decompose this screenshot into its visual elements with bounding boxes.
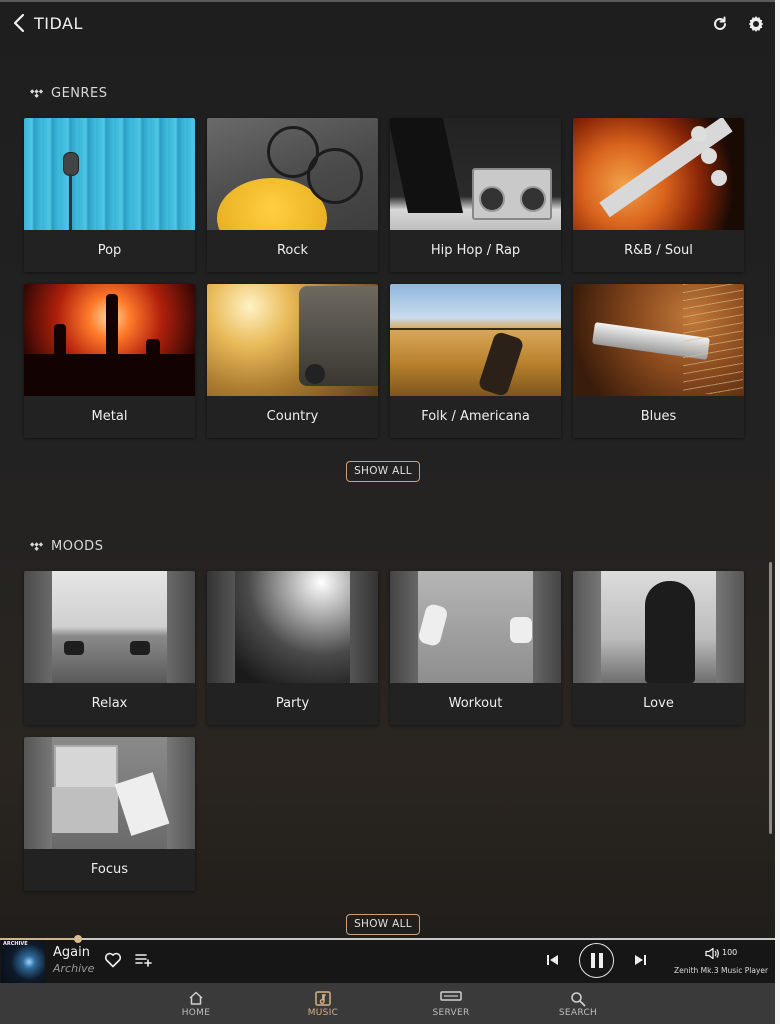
refresh-icon[interactable] (709, 13, 731, 35)
mood-label: Focus (24, 849, 195, 891)
moods-title: MOODS (51, 539, 104, 554)
mood-label: Love (573, 683, 744, 725)
tidal-logo-icon (30, 542, 43, 551)
nav-label: SERVER (432, 1008, 470, 1018)
server-icon (440, 991, 462, 1001)
progress-track[interactable] (0, 938, 775, 940)
love-image (573, 571, 744, 683)
genre-tile-rock[interactable]: Rock (207, 118, 378, 272)
nav-label: SEARCH (558, 1008, 598, 1018)
mood-tile-workout[interactable]: Workout (390, 571, 561, 725)
genre-tile-metal[interactable]: Metal (24, 284, 195, 438)
nav-home[interactable]: HOME (156, 983, 236, 1024)
next-track-icon[interactable] (633, 953, 647, 967)
album-art-label: ARCHIVE (3, 941, 28, 947)
genre-tile-blues[interactable]: Blues (573, 284, 744, 438)
scrollbar[interactable] (769, 562, 772, 834)
mood-tile-love[interactable]: Love (573, 571, 744, 725)
genres-show-all-button[interactable]: SHOW ALL (346, 461, 420, 482)
pause-icon (591, 953, 603, 968)
search-icon (571, 992, 586, 1007)
genre-tile-folk[interactable]: Folk / Americana (390, 284, 561, 438)
tidal-logo-icon (30, 89, 43, 98)
genre-label: Metal (24, 396, 195, 438)
mood-tile-relax[interactable]: Relax (24, 571, 195, 725)
genres-section-label: GENRES (30, 86, 108, 101)
mood-label: Party (207, 683, 378, 725)
focus-image (24, 737, 195, 849)
hiphop-image (390, 118, 561, 230)
play-pause-button[interactable] (579, 943, 614, 978)
mood-tile-party[interactable]: Party (207, 571, 378, 725)
relax-image (24, 571, 195, 683)
track-artist[interactable]: Archive (53, 962, 94, 975)
genre-tile-rnb[interactable]: R&B / Soul (573, 118, 744, 272)
output-device-name[interactable]: Zenith Mk.3 Music Player (674, 966, 768, 975)
pop-image (24, 118, 195, 230)
previous-track-icon[interactable] (546, 953, 560, 967)
mood-tile-focus[interactable]: Focus (24, 737, 195, 891)
genre-tile-pop[interactable]: Pop (24, 118, 195, 272)
genre-label: Country (207, 396, 378, 438)
moods-show-all-button[interactable]: SHOW ALL (346, 914, 420, 935)
country-image (207, 284, 378, 396)
blues-image (573, 284, 744, 396)
genre-label: Pop (24, 230, 195, 272)
genre-label: Rock (207, 230, 378, 272)
volume-icon[interactable] (705, 947, 719, 960)
add-to-queue-icon[interactable] (135, 953, 153, 967)
window-edge (775, 0, 780, 1024)
genre-label: Hip Hop / Rap (390, 230, 561, 272)
moods-section-label: MOODS (30, 539, 103, 554)
genre-tile-country[interactable]: Country (207, 284, 378, 438)
volume-level: 100 (722, 948, 738, 957)
nav-label: MUSIC (307, 1008, 339, 1018)
metal-image (24, 284, 195, 396)
nav-search[interactable]: SEARCH (538, 983, 618, 1024)
nav-server[interactable]: SERVER (411, 983, 491, 1024)
genre-tile-hiphop[interactable]: Hip Hop / Rap (390, 118, 561, 272)
bottom-navigation: HOME MUSIC SERVER SEARCH (0, 983, 775, 1024)
back-chevron-icon[interactable] (10, 12, 30, 34)
genre-label: Blues (573, 396, 744, 438)
favorite-heart-icon[interactable] (104, 952, 122, 968)
home-icon (189, 991, 203, 1005)
party-image (207, 571, 378, 683)
tidal-browse-screen: TIDAL GENRES Pop Rock Hip Hop / Rap R&B … (0, 0, 775, 1024)
settings-gear-icon[interactable] (745, 13, 767, 35)
genres-title: GENRES (51, 86, 108, 101)
track-title[interactable]: Again (53, 945, 90, 960)
genre-label: R&B / Soul (573, 230, 744, 272)
mood-label: Workout (390, 683, 561, 725)
workout-image (390, 571, 561, 683)
music-library-icon (315, 991, 331, 1006)
rock-image (207, 118, 378, 230)
progress-knob[interactable] (74, 935, 82, 943)
nav-label: HOME (181, 1008, 211, 1018)
folk-image (390, 284, 561, 396)
page-title: TIDAL (34, 14, 83, 33)
mood-label: Relax (24, 683, 195, 725)
album-art[interactable]: ARCHIVE (1, 940, 45, 983)
rnb-image (573, 118, 744, 230)
nav-music[interactable]: MUSIC (283, 983, 363, 1024)
genre-label: Folk / Americana (390, 396, 561, 438)
header-bar: TIDAL (0, 2, 775, 46)
